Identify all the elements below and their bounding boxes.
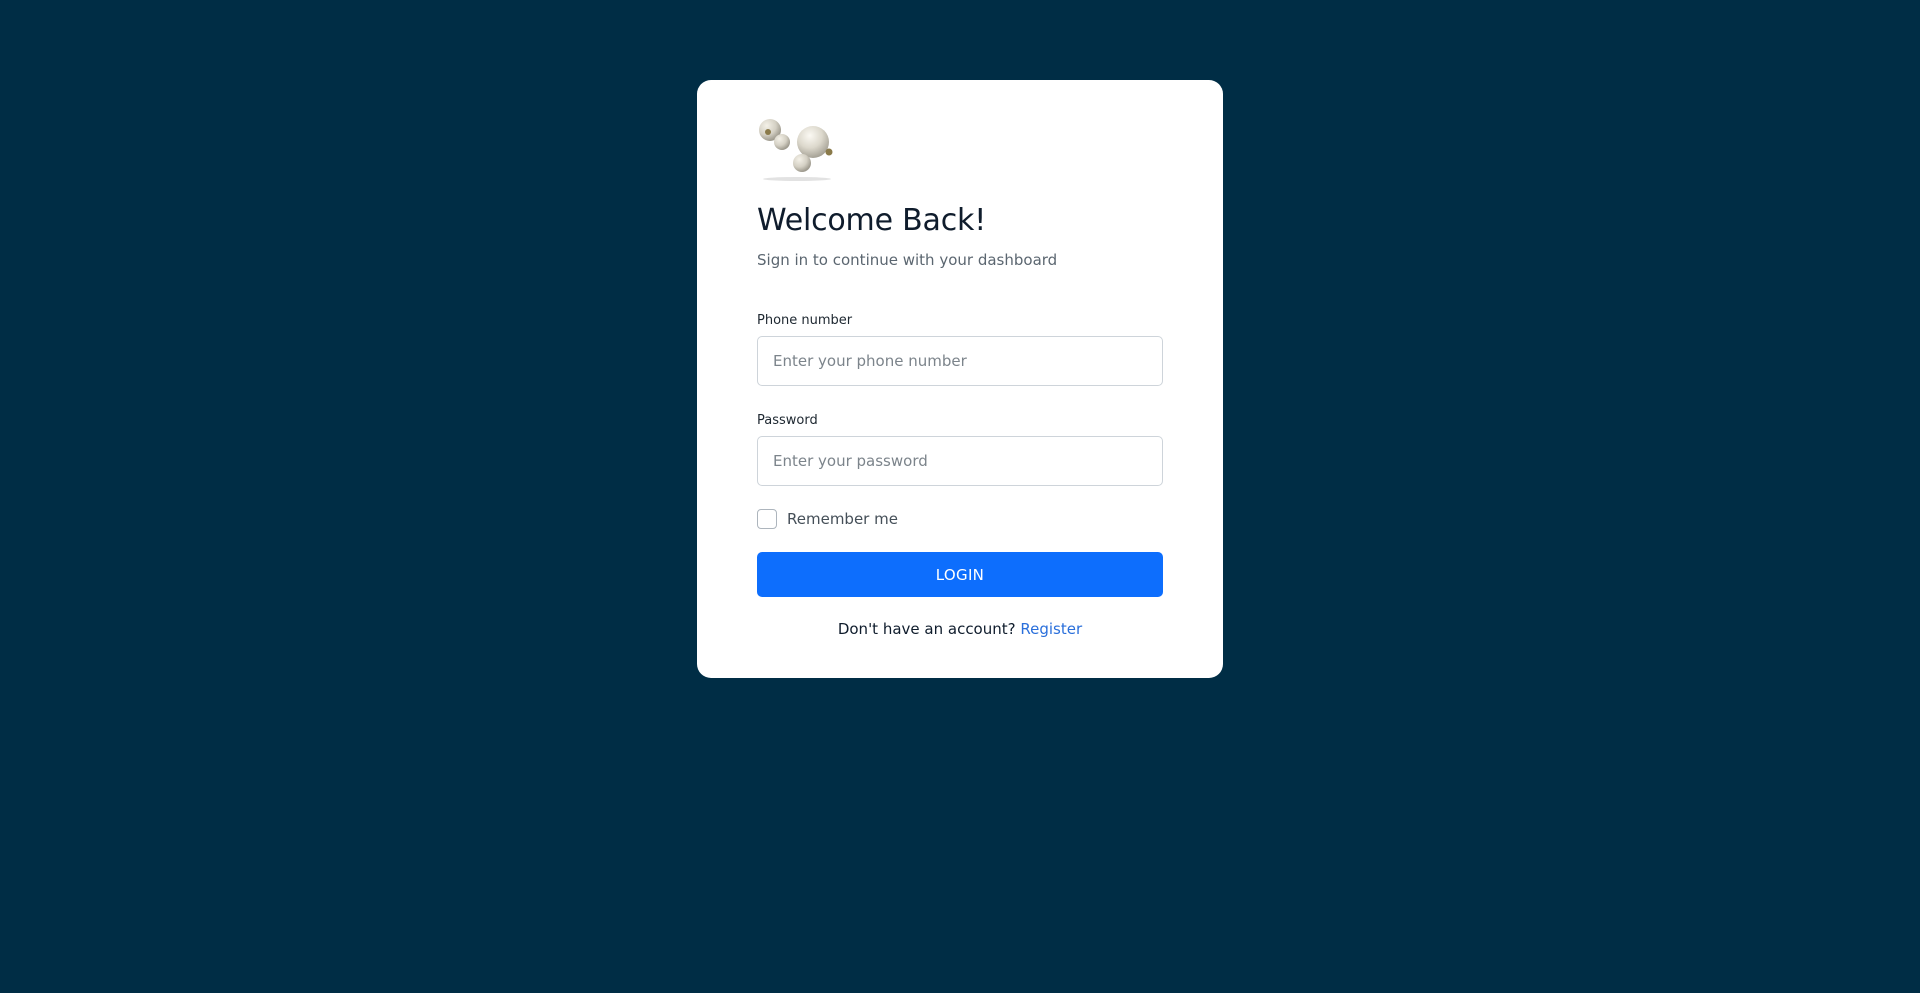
password-input[interactable]	[757, 436, 1163, 486]
earbuds-logo-icon	[759, 119, 833, 181]
phone-label: Phone number	[757, 313, 853, 328]
phone-input[interactable]	[757, 336, 1163, 386]
page-subtitle: Sign in to continue with your dashboard	[757, 251, 1058, 269]
register-prompt: Don't have an account? Register	[757, 619, 1163, 639]
login-card: Welcome Back! Sign in to continue with y…	[697, 80, 1223, 678]
register-link[interactable]: Register	[1020, 620, 1082, 638]
remember-me-row: Remember me	[757, 508, 1163, 530]
password-label: Password	[757, 413, 818, 428]
remember-me-checkbox[interactable]	[757, 509, 777, 529]
login-button[interactable]: LOGIN	[757, 552, 1163, 597]
page-title: Welcome Back!	[757, 203, 987, 238]
remember-me-label[interactable]: Remember me	[787, 510, 898, 528]
register-prompt-text: Don't have an account?	[837, 620, 1016, 638]
